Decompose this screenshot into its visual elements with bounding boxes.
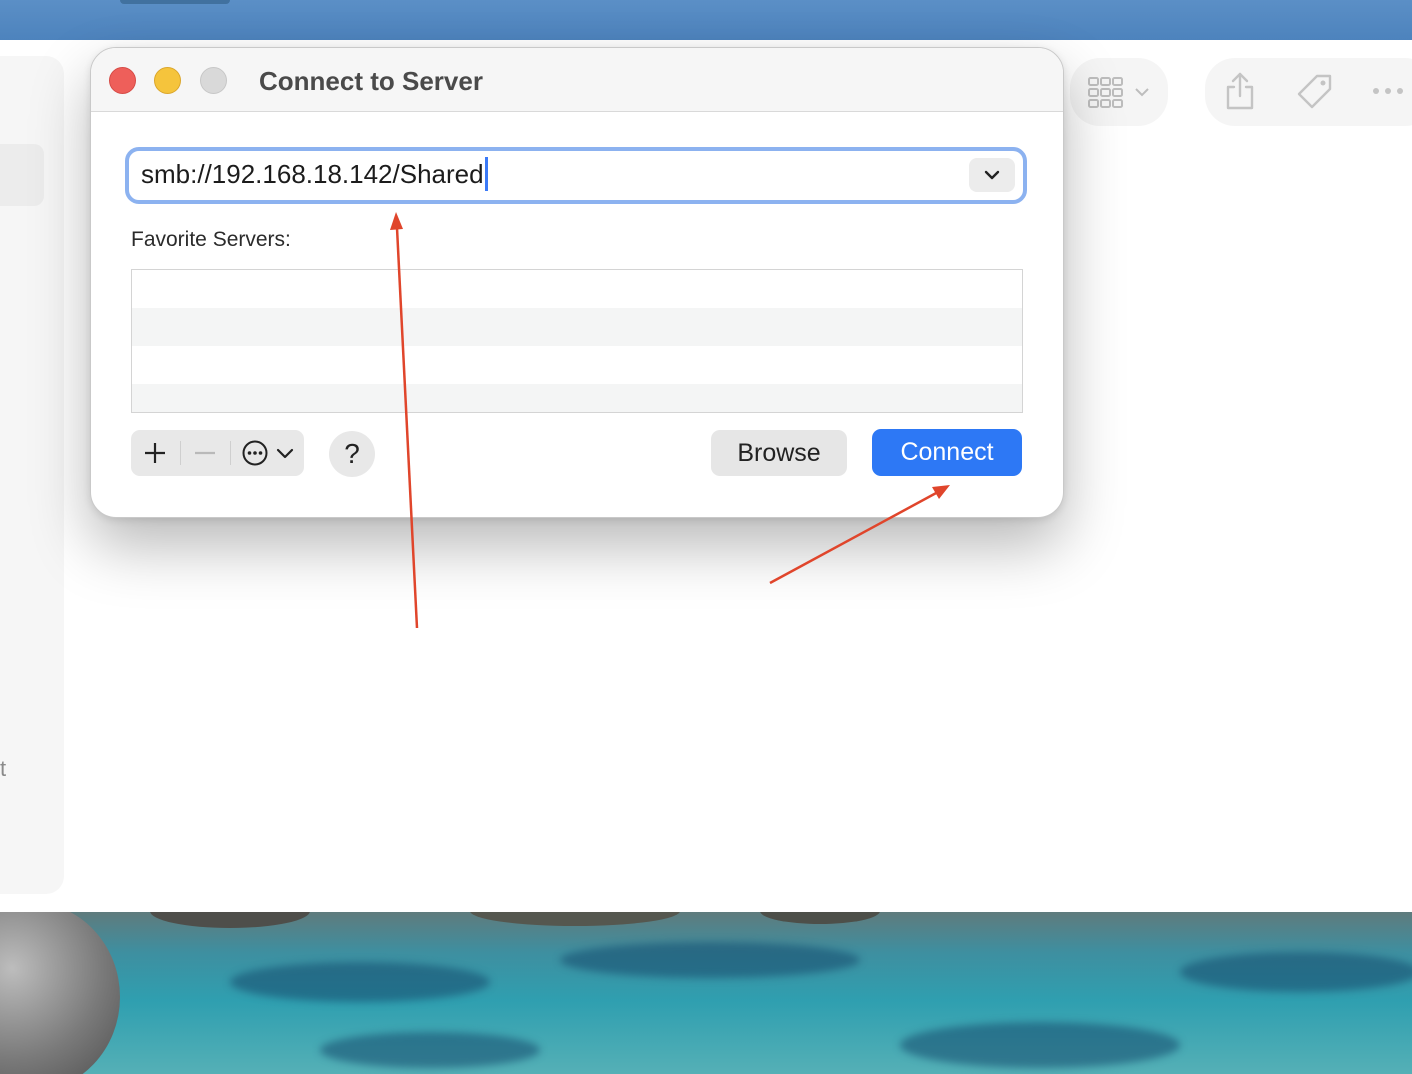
list-row[interactable]: [132, 384, 1022, 412]
server-address-input[interactable]: smb://192.168.18.142/Shared: [141, 159, 484, 191]
close-button[interactable]: [109, 67, 136, 94]
sidebar-item-label: t: [0, 756, 7, 781]
connect-button[interactable]: Connect: [872, 429, 1022, 476]
wallpaper-rock: [150, 912, 310, 928]
favorites-edit-control: [131, 430, 304, 476]
wallpaper-rock: [760, 912, 880, 924]
wallpaper-rock: [0, 912, 120, 1074]
chevron-down-icon: [276, 448, 293, 459]
list-row[interactable]: [132, 308, 1022, 346]
view-options-button[interactable]: [1070, 58, 1168, 126]
wallpaper-water-shadow: [320, 1032, 540, 1068]
wallpaper-water-shadow: [560, 942, 860, 978]
toolbar-actions-group: [1205, 58, 1412, 126]
wallpaper-water-shadow: [1180, 952, 1412, 992]
address-history-dropdown[interactable]: [969, 158, 1015, 192]
ellipsis-circle-icon: [242, 440, 267, 466]
favorite-servers-label: Favorite Servers:: [131, 228, 291, 251]
dialog-title: Connect to Server: [259, 66, 483, 96]
desktop-wallpaper-lake: [0, 912, 1412, 1074]
text-cursor: [485, 157, 488, 191]
browse-button[interactable]: Browse: [711, 430, 847, 476]
chevron-down-icon: [984, 170, 1000, 180]
list-row[interactable]: [132, 270, 1022, 308]
tag-icon[interactable]: [1295, 72, 1335, 112]
chevron-down-icon: [1135, 88, 1149, 97]
wallpaper-water-shadow: [900, 1022, 1180, 1068]
minus-icon: [195, 451, 215, 455]
plus-icon: [145, 443, 165, 463]
minimize-button[interactable]: [154, 67, 181, 94]
list-row[interactable]: [132, 346, 1022, 384]
server-address-combobox[interactable]: smb://192.168.18.142/Shared: [125, 147, 1027, 204]
share-icon[interactable]: [1223, 70, 1257, 112]
favorite-servers-list[interactable]: [131, 269, 1023, 413]
finder-sidebar: t: [0, 56, 64, 894]
help-button[interactable]: ?: [329, 431, 375, 477]
connect-to-server-dialog: Connect to Server smb://192.168.18.142/S…: [90, 47, 1064, 518]
wallpaper-rock: [470, 912, 680, 926]
dialog-titlebar: Connect to Server: [91, 48, 1063, 112]
menu-bar-remnant: [120, 0, 230, 4]
more-actions-button[interactable]: [231, 430, 304, 476]
wallpaper-water-shadow: [230, 962, 490, 1002]
add-favorite-button[interactable]: [131, 430, 179, 476]
remove-favorite-button[interactable]: [181, 430, 229, 476]
sidebar-selected-item[interactable]: [0, 144, 44, 206]
more-icon[interactable]: [1371, 86, 1407, 96]
grid-view-icon: [1088, 77, 1123, 108]
zoom-button: [200, 67, 227, 94]
desktop-wallpaper-top: [0, 0, 1412, 40]
